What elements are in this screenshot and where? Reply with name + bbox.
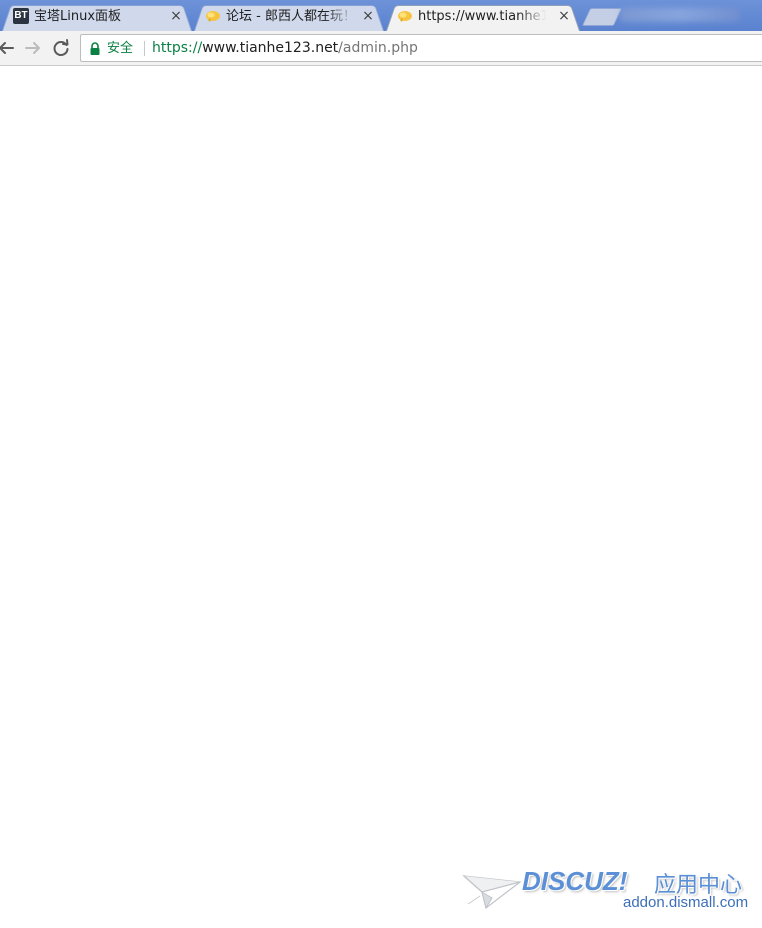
discuz-cloud-icon bbox=[206, 11, 220, 22]
url-host: www.tianhe123.net bbox=[202, 40, 339, 56]
bt-panel-icon: BT bbox=[13, 8, 29, 24]
security-label[interactable]: 安全 bbox=[107, 40, 133, 57]
url-path: /admin.php bbox=[338, 40, 418, 56]
browser-window: BT 宝塔Linux面板 × 论坛 - 郎西人都在玩！ × https://ww… bbox=[0, 0, 762, 928]
address-bar[interactable]: 安全 https://www.tianhe123.net/admin.php bbox=[80, 34, 762, 62]
blurred-region bbox=[620, 8, 740, 22]
forward-arrow-icon[interactable] bbox=[22, 37, 44, 59]
page-content bbox=[0, 66, 762, 928]
browser-toolbar: 安全 https://www.tianhe123.net/admin.php bbox=[0, 31, 762, 66]
watermark-domain: addon.dismall.com bbox=[623, 894, 749, 911]
close-tab-icon[interactable]: × bbox=[168, 8, 184, 24]
tab-admin[interactable]: https://www.tianhe123 × bbox=[386, 2, 580, 31]
back-arrow-icon[interactable] bbox=[0, 37, 17, 59]
tab-title: 论坛 - 郎西人都在玩！ bbox=[226, 9, 354, 24]
url-scheme: https:// bbox=[152, 40, 203, 56]
paper-plane-icon bbox=[462, 875, 522, 910]
tab-title: 宝塔Linux面板 bbox=[34, 9, 122, 24]
watermark-brand: DISCUZ! bbox=[522, 866, 628, 896]
lock-icon bbox=[90, 42, 100, 55]
discuz-watermark: DISCUZ! 应用中心 addon.dismall.com bbox=[462, 866, 752, 916]
omnibox-separator bbox=[144, 41, 145, 56]
reload-icon[interactable] bbox=[50, 37, 72, 59]
url-text[interactable]: https://www.tianhe123.net/admin.php bbox=[152, 39, 418, 57]
tab-forum[interactable]: 论坛 - 郎西人都在玩！ × bbox=[194, 2, 384, 31]
close-tab-icon[interactable]: × bbox=[556, 8, 572, 24]
tab-strip: BT 宝塔Linux面板 × 论坛 - 郎西人都在玩！ × https://ww… bbox=[0, 0, 762, 31]
close-tab-icon[interactable]: × bbox=[360, 8, 376, 24]
tab-title: https://www.tianhe123 bbox=[418, 9, 546, 24]
new-tab-button[interactable] bbox=[581, 8, 623, 26]
tab-bt-panel[interactable]: BT 宝塔Linux面板 × bbox=[2, 2, 192, 31]
discuz-cloud-icon bbox=[398, 11, 412, 22]
